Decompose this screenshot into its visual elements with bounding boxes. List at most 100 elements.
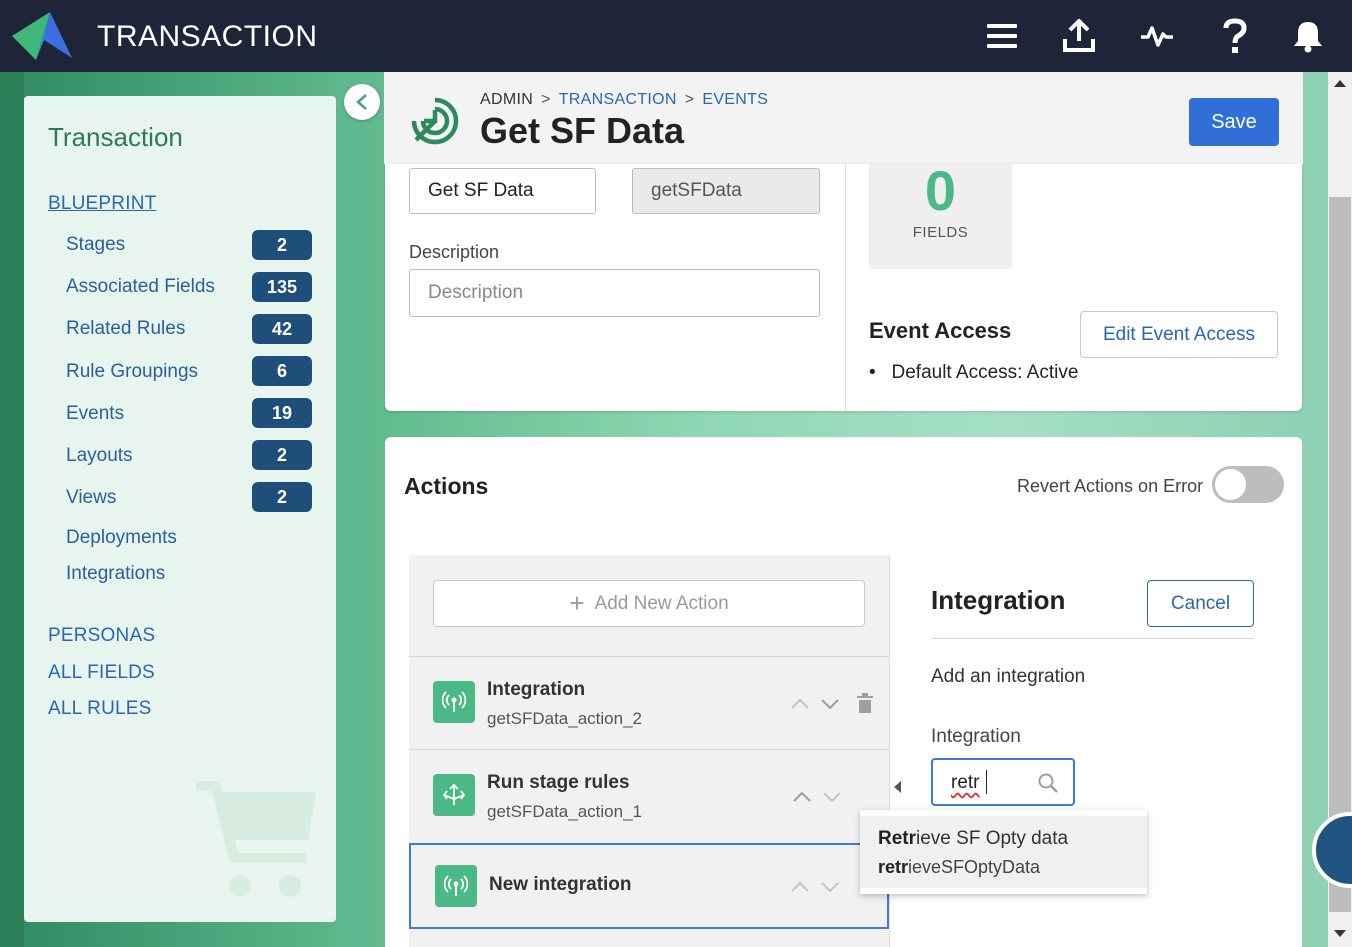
upload-icon[interactable] (1059, 16, 1099, 56)
revert-actions-toggle[interactable] (1212, 466, 1284, 503)
suggestion-name-rest: ieve SF Opty data (916, 828, 1069, 849)
action-row[interactable]: Integration getSFData_action_2 (409, 656, 889, 749)
rule-groupings-count-badge: 6 (252, 356, 312, 386)
sidebar-personas-link[interactable]: PERSONAS (48, 625, 155, 647)
broadcast-icon (433, 681, 475, 723)
page-title: Get SF Data (480, 110, 685, 151)
suggestion-item[interactable]: Retrieve SF Opty data retrieveSFOptyData (860, 816, 1147, 888)
revert-actions-label: Revert Actions on Error (1017, 476, 1204, 496)
stages-count-badge: 2 (252, 230, 312, 260)
actions-card: Actions Revert Actions on Error + Add Ne… (385, 437, 1302, 947)
suggestion-key: retrieveSFOptyData (878, 857, 1040, 878)
sidebar-item-integrations[interactable]: Integrations (66, 563, 165, 585)
search-value: retr (951, 772, 980, 793)
column-divider (845, 164, 846, 411)
paper-plane-logo-icon[interactable] (10, 10, 76, 62)
breadcrumb-transaction[interactable]: TRANSACTION (559, 91, 677, 108)
broadcast-icon (435, 865, 477, 907)
shopping-cart-icon (196, 781, 316, 897)
text-caret (986, 770, 987, 794)
breadcrumb: ADMIN > TRANSACTION > EVENTS (480, 91, 768, 109)
integration-description: Add an integration (931, 666, 1086, 687)
views-count-badge: 2 (252, 482, 312, 512)
sidebar-item-views[interactable]: Views (66, 487, 116, 509)
trash-icon[interactable] (855, 693, 875, 715)
sidebar-item-associated-fields[interactable]: Associated Fields (66, 276, 215, 298)
move-down-icon[interactable] (821, 786, 843, 808)
sidebar-gutter (336, 72, 360, 947)
fields-label: FIELDS (912, 224, 969, 241)
move-up-icon[interactable] (791, 786, 813, 808)
activity-icon[interactable] (1137, 16, 1177, 56)
sidebar-item-layouts[interactable]: Layouts (66, 445, 133, 467)
integration-field-label: Integration (931, 726, 1021, 747)
sidebar-item-events[interactable]: Events (66, 403, 124, 425)
event-access-title: Event Access (869, 318, 1012, 343)
move-down-icon[interactable] (819, 876, 841, 898)
sidebar-blueprint-link[interactable]: BLUEPRINT (48, 193, 156, 215)
top-bar: TRANSACTION (0, 0, 1352, 72)
flow-icon (433, 774, 475, 816)
move-up-icon[interactable] (789, 693, 811, 715)
blueprint-sidebar: Transaction BLUEPRINT Stages 2 Associate… (24, 96, 336, 922)
action-row[interactable]: Run stage rules getSFData_action_1 (409, 749, 889, 842)
sidebar-title: Transaction (48, 122, 183, 152)
toggle-knob (1215, 469, 1246, 500)
description-input[interactable]: Description (409, 269, 820, 317)
breadcrumb-admin[interactable]: ADMIN (480, 91, 533, 108)
action-name: Integration (487, 679, 586, 700)
move-up-icon[interactable] (789, 876, 811, 898)
app-title: TRANSACTION (97, 20, 318, 53)
scrollbar-thumb[interactable] (1329, 197, 1351, 912)
scroll-down-arrow-icon[interactable] (1334, 930, 1346, 937)
match-highlight: retr (878, 857, 909, 877)
match-highlight: Retr (878, 828, 917, 849)
sidebar-item-stages[interactable]: Stages (66, 234, 125, 256)
scroll-up-arrow-icon[interactable] (1334, 80, 1346, 87)
chevron-left-icon (356, 94, 367, 110)
cancel-button[interactable]: Cancel (1147, 580, 1254, 627)
event-name-input[interactable]: Get SF Data (409, 168, 596, 214)
default-access-item: • Default Access: Active (869, 362, 1078, 384)
event-header: ADMIN > TRANSACTION > EVENTS Get SF Data Sav… (384, 72, 1303, 164)
bullet-dot: • (869, 362, 876, 383)
collapse-sidebar-button[interactable] (344, 84, 380, 120)
sidebar-all-fields-link[interactable]: ALL FIELDS (48, 662, 155, 684)
fields-count-box: 0 FIELDS (869, 159, 1012, 269)
integration-panel-title: Integration (931, 585, 1066, 615)
breadcrumb-separator: > (541, 91, 551, 108)
action-list: + Add New Action Integration getSFData_a… (409, 555, 889, 947)
move-down-icon[interactable] (819, 693, 841, 715)
event-details-card: Get SF Data getSFData Description Descri… (385, 159, 1302, 411)
caret-left-icon (894, 781, 901, 793)
background-edge (0, 72, 24, 947)
associated-fields-count-badge: 135 (252, 272, 312, 302)
fields-count: 0 (924, 159, 957, 222)
suggestion-name: Retrieve SF Opty data (878, 828, 1068, 850)
help-icon[interactable] (1215, 16, 1255, 56)
save-button[interactable]: Save (1189, 98, 1279, 146)
integration-search-input[interactable]: retr (931, 758, 1075, 806)
breadcrumb-events[interactable]: EVENTS (702, 91, 768, 108)
breadcrumb-separator: > (684, 91, 695, 108)
event-target-icon (411, 97, 459, 145)
menu-icon[interactable] (982, 16, 1022, 56)
integration-suggestions: Retrieve SF Opty data retrieveSFOptyData (860, 810, 1147, 894)
add-new-action-button[interactable]: + Add New Action (433, 580, 865, 627)
sidebar-item-deployments[interactable]: Deployments (66, 527, 177, 549)
plus-icon: + (569, 588, 585, 618)
sidebar-item-rule-groupings[interactable]: Rule Groupings (66, 361, 198, 383)
action-row-selected[interactable]: New integration (409, 843, 889, 929)
actions-title: Actions (404, 473, 489, 499)
action-key: getSFData_action_2 (487, 709, 642, 728)
edit-event-access-button[interactable]: Edit Event Access (1080, 311, 1278, 358)
search-icon (1038, 773, 1058, 793)
action-name: New integration (489, 874, 632, 895)
sidebar-all-rules-link[interactable]: ALL RULES (48, 698, 152, 720)
sidebar-item-related-rules[interactable]: Related Rules (66, 318, 185, 340)
action-key: getSFData_action_1 (487, 802, 642, 821)
description-label: Description (409, 242, 500, 262)
bell-icon[interactable] (1288, 16, 1328, 56)
events-count-badge: 19 (252, 398, 312, 428)
event-key-input: getSFData (632, 168, 820, 214)
